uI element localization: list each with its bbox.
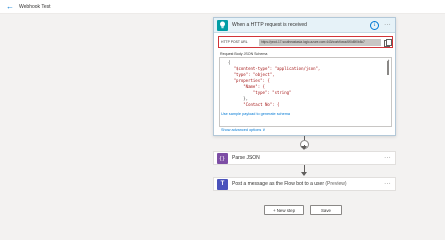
connector-line <box>304 165 305 172</box>
action-title-text: Post a message as the Flow bot to a user <box>232 181 324 187</box>
chevron-down-icon: ∨ <box>262 128 266 132</box>
arrow-down-icon <box>301 172 307 176</box>
schema-label: Request Body JSON Schema <box>220 52 268 56</box>
preview-tag: (Preview) <box>325 181 347 187</box>
schema-line: }, <box>224 96 249 101</box>
action-title: Post a message as the Flow bot to a user… <box>232 181 384 187</box>
arrow-left-icon[interactable]: ← <box>4 1 16 13</box>
http-trigger-header[interactable]: When a HTTP request is received i ··· <box>214 18 395 33</box>
http-post-url-row: HTTP POST URL https://prod-17.southeasta… <box>218 36 393 48</box>
ellipsis-icon[interactable]: ··· <box>384 181 391 187</box>
schema-line: { <box>228 60 231 65</box>
parse-json-icon: {} <box>217 152 228 164</box>
trigger-title: When a HTTP request is received <box>232 22 307 28</box>
schema-line: "Name": { <box>224 84 265 89</box>
schema-line: "$content-type": "application/json", <box>224 66 321 71</box>
schema-line: "Contact No": { <box>224 102 280 107</box>
json-schema-editor[interactable]: { "$content-type": "application/json", "… <box>219 57 392 127</box>
advanced-label: Show advanced options <box>221 128 262 132</box>
schema-line: "type": "string" <box>224 90 292 95</box>
save-button[interactable]: Save <box>310 205 342 215</box>
teams-post-message-card[interactable]: T Post a message as the Flow bot to a us… <box>213 177 396 191</box>
top-bar: ← Webhook Test <box>0 0 445 14</box>
editor-scrollbar[interactable] <box>387 61 389 75</box>
show-advanced-options-link[interactable]: Show advanced options ∨ <box>221 127 265 132</box>
teams-icon: T <box>217 178 228 190</box>
ellipsis-icon[interactable]: ··· <box>384 155 391 161</box>
url-label: HTTP POST URL <box>221 40 248 44</box>
new-step-button[interactable]: + New step <box>264 205 304 215</box>
http-trigger-card: When a HTTP request is received i ··· HT… <box>213 17 396 136</box>
sample-payload-link[interactable]: Use sample payload to generate schema <box>221 112 290 116</box>
copy-icon[interactable] <box>384 39 392 47</box>
parse-json-card[interactable]: {} Parse JSON ··· <box>213 151 396 165</box>
arrow-down-icon <box>301 146 307 150</box>
svg-text:{}: {} <box>219 156 225 161</box>
http-post-url-field[interactable]: https://prod-17.southeastasia.logic.azur… <box>259 38 381 46</box>
action-title: Parse JSON <box>232 155 260 161</box>
ellipsis-icon[interactable]: ··· <box>384 22 391 28</box>
schema-line: "type": "object", <box>224 72 275 77</box>
flow-name: Webhook Test <box>19 3 51 10</box>
schema-line: "properties": { <box>224 78 270 83</box>
info-icon[interactable]: i <box>370 20 380 30</box>
http-request-icon <box>217 19 228 31</box>
